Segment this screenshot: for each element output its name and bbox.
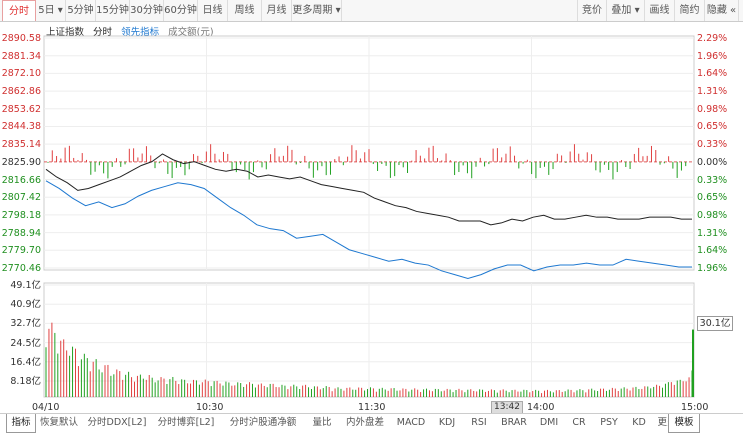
price-label: 2779.70 — [1, 245, 41, 257]
time-label: 10:30 — [196, 402, 224, 413]
volume-label: 16.4亿 — [10, 356, 41, 368]
volume-label: 49.1亿 — [10, 280, 41, 291]
time-label: 04/10 — [32, 402, 60, 413]
pct-label: 1.64% — [697, 68, 728, 80]
indicator-tab-7[interactable]: MACD — [392, 414, 430, 432]
pct-label: 0.00% — [697, 156, 728, 168]
indicator-tab-3[interactable]: 分时博弈[L2] — [152, 414, 220, 432]
indicator-tab-2[interactable]: 分时DDX[L2] — [84, 414, 150, 432]
indicator-tab-14[interactable]: KD — [626, 414, 652, 432]
price-label: 2862.86 — [1, 86, 41, 98]
price-label: 2770.46 — [1, 263, 41, 274]
indicator-tab-6[interactable]: 内外盘差 — [340, 414, 390, 432]
indicator-tab-4[interactable]: 分时沪股通净额 — [222, 414, 304, 432]
pct-label: 0.98% — [697, 103, 728, 115]
pct-label: 0.33% — [697, 139, 728, 151]
price-label: 2807.42 — [1, 192, 41, 204]
volume-label: 8.18亿 — [10, 376, 41, 387]
pct-label: 1.96% — [697, 263, 728, 274]
pct-label: 1.96% — [697, 50, 728, 62]
price-label: 2890.58 — [1, 33, 41, 44]
indicator-tab-0[interactable]: 指标 — [6, 414, 36, 433]
price-label: 2853.62 — [1, 103, 41, 115]
indicator-tabs: 指标 恢复默认 分时DDX[L2] 分时博弈[L2] 分时沪股通净额 量比 内外盘差 MACD… — [0, 413, 743, 433]
pct-label: 2.29% — [697, 33, 728, 44]
pct-label: 1.31% — [697, 86, 728, 98]
timeshare-chart[interactable] — [0, 0, 743, 436]
pct-label: 0.33% — [697, 174, 728, 186]
time-label: 11:30 — [358, 402, 386, 413]
indicator-tab-16[interactable]: 模板 — [668, 414, 700, 433]
pct-label: 1.31% — [697, 227, 728, 239]
price-label: 2825.90 — [1, 156, 41, 168]
time-label: 15:00 — [681, 402, 709, 413]
price-label: 2872.10 — [1, 68, 41, 80]
price-label: 2844.38 — [1, 121, 41, 133]
indicator-tab-11[interactable]: DMI — [534, 414, 564, 432]
price-label: 2798.18 — [1, 209, 41, 221]
volume-label: 40.9亿 — [10, 299, 41, 311]
pct-label: 1.64% — [697, 245, 728, 257]
price-label: 2881.34 — [1, 50, 41, 62]
indicator-tab-5[interactable]: 量比 — [306, 414, 338, 432]
pct-label: 0.65% — [697, 121, 728, 133]
time-label: 14:00 — [527, 402, 555, 413]
pct-label: 0.65% — [697, 192, 728, 204]
volume-badge: 30.1亿 — [697, 316, 733, 331]
indicator-tab-9[interactable]: RSI — [464, 414, 494, 432]
indicator-tab-12[interactable]: CR — [566, 414, 592, 432]
pct-label: 0.98% — [697, 209, 728, 221]
indicator-tab-13[interactable]: PSY — [594, 414, 624, 432]
price-label: 2835.14 — [1, 139, 41, 151]
indicator-tab-8[interactable]: KDJ — [432, 414, 462, 432]
volume-label: 24.5亿 — [10, 337, 41, 349]
indicator-tab-1[interactable]: 恢复默认 — [36, 414, 82, 432]
indicator-tab-10[interactable]: BRAR — [496, 414, 532, 432]
price-label: 2788.94 — [1, 227, 41, 239]
price-label: 2816.66 — [1, 174, 41, 186]
volume-label: 32.7亿 — [10, 318, 41, 330]
